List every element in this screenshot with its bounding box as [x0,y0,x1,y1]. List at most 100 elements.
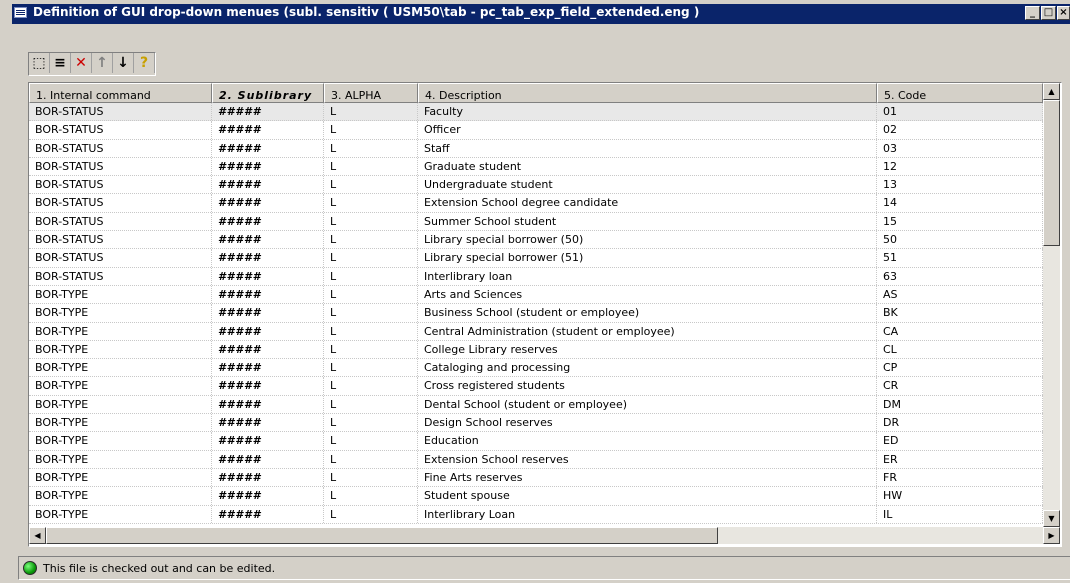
table-cell[interactable]: ##### [212,450,324,468]
table-cell[interactable]: L [324,450,418,468]
table-cell[interactable]: BOR-STATUS [29,157,212,176]
table-cell[interactable]: BOR-TYPE [29,487,212,505]
table-row[interactable]: BOR-TYPE ##### L Interlibrary Loan IL [29,505,1043,524]
table-row[interactable]: BOR-STATUS ##### L Graduate student 12 [29,157,1043,177]
table-cell[interactable]: Library special borrower (51) [418,249,877,267]
table-cell[interactable]: BOR-TYPE [29,340,212,359]
table-cell[interactable]: ##### [212,231,324,249]
table-cell[interactable]: L [324,395,418,414]
table-row[interactable]: BOR-TYPE ##### L Cataloging and processing C… [29,359,1043,378]
table-row[interactable]: BOR-STATUS ##### L Interlibrary loan 63 [29,267,1043,286]
table-cell[interactable]: L [324,103,418,121]
table-cell[interactable]: L [324,359,418,377]
table-cell[interactable]: BOR-TYPE [29,414,212,432]
table-row[interactable]: BOR-STATUS ##### L Library special borrower… [29,249,1043,268]
table-cell[interactable]: 14 [877,194,1043,212]
table-cell[interactable]: 15 [877,212,1043,231]
table-row[interactable]: BOR-STATUS ##### L Library special borrower… [29,231,1043,250]
table-cell[interactable]: Faculty [418,103,877,121]
table-cell[interactable]: BOR-STATUS [29,103,212,121]
table-cell[interactable]: ##### [212,103,324,121]
table-row[interactable]: BOR-TYPE ##### L Dental School (student or … [29,395,1043,415]
table-cell[interactable]: 63 [877,267,1043,285]
help-button[interactable]: ? [134,53,155,73]
table-cell[interactable]: ##### [212,322,324,340]
table-cell[interactable]: Central Administration (student or emplo… [418,322,877,340]
table-cell[interactable]: 13 [877,176,1043,194]
table-cell[interactable]: BOR-STATUS [29,194,212,212]
scroll-up-icon[interactable]: ▲ [1043,83,1060,100]
table-cell[interactable]: BOR-STATUS [29,121,212,139]
table-cell[interactable]: L [324,487,418,505]
move-up-button[interactable]: ↑ [92,53,113,73]
table-cell[interactable]: ##### [212,121,324,139]
table-row[interactable]: BOR-STATUS ##### L Staff 03 [29,139,1043,158]
table-cell[interactable]: Extension School reserves [418,450,877,468]
column-header[interactable]: 2. Sublibrary [212,83,324,103]
table-cell[interactable]: L [324,157,418,176]
table-cell[interactable]: ##### [212,249,324,267]
table-cell[interactable]: ##### [212,377,324,395]
table-cell[interactable]: ##### [212,505,324,523]
scroll-right-icon[interactable]: ▶ [1043,527,1060,544]
table-cell[interactable]: 51 [877,249,1043,267]
horizontal-scrollbar[interactable]: ◀ ▶ [29,527,1060,544]
table-cell[interactable]: DM [877,395,1043,414]
table-cell[interactable]: AS [877,285,1043,304]
table-cell[interactable]: ##### [212,194,324,212]
table-cell[interactable]: L [324,432,418,450]
table-cell[interactable]: ##### [212,157,324,176]
table-cell[interactable]: Cataloging and processing [418,359,877,377]
table-cell[interactable]: BOR-TYPE [29,505,212,523]
table-cell[interactable]: ##### [212,212,324,231]
table-cell[interactable]: Officer [418,121,877,139]
table-cell[interactable]: ##### [212,468,324,487]
table-cell[interactable]: 02 [877,121,1043,139]
table-cell[interactable]: HW [877,487,1043,505]
table-cell[interactable]: BOR-STATUS [29,267,212,285]
table-cell[interactable]: Library special borrower (50) [418,231,877,249]
table-cell[interactable]: Summer School student [418,212,877,231]
window-menu-icon[interactable] [14,7,27,18]
column-header[interactable]: 4. Description [418,83,877,103]
table-cell[interactable]: L [324,322,418,340]
table-cell[interactable]: L [324,176,418,194]
table-cell[interactable]: BOR-TYPE [29,322,212,340]
table-cell[interactable]: L [324,212,418,231]
table-cell[interactable]: ##### [212,432,324,450]
table-cell[interactable]: BOR-STATUS [29,212,212,231]
table-cell[interactable]: College Library reserves [418,340,877,359]
table-cell[interactable]: 01 [877,103,1043,121]
table-cell[interactable]: Undergraduate student [418,176,877,194]
table-cell[interactable]: ##### [212,395,324,414]
table-cell[interactable]: ##### [212,267,324,285]
table-cell[interactable]: L [324,377,418,395]
table-cell[interactable]: L [324,267,418,285]
new-row-button[interactable]: ⬚ [29,53,50,73]
table-cell[interactable]: L [324,468,418,487]
maximize-button[interactable]: □ [1041,6,1056,20]
table-cell[interactable]: 50 [877,231,1043,249]
table-row[interactable]: BOR-TYPE ##### L Central Administration (st… [29,322,1043,341]
table-row[interactable]: BOR-TYPE ##### L Arts and Sciences AS [29,285,1043,305]
table-cell[interactable]: Arts and Sciences [418,285,877,304]
table-row[interactable]: BOR-STATUS ##### L Officer 02 [29,121,1043,140]
close-button[interactable]: × [1057,6,1070,20]
minimize-button[interactable]: _ [1025,6,1040,20]
table-row[interactable]: BOR-TYPE ##### L Fine Arts reserves FR [29,468,1043,488]
table-cell[interactable]: BOR-TYPE [29,432,212,450]
table-cell[interactable]: BOR-TYPE [29,285,212,304]
list-button[interactable]: ≡ [50,53,71,73]
table-cell[interactable]: Dental School (student or employee) [418,395,877,414]
table-row[interactable]: BOR-STATUS ##### L Summer School student 15 [29,212,1043,232]
table-cell[interactable]: L [324,414,418,432]
table-cell[interactable]: BOR-TYPE [29,395,212,414]
table-cell[interactable]: Interlibrary loan [418,267,877,285]
table-cell[interactable]: CA [877,322,1043,340]
table-cell[interactable]: ##### [212,487,324,505]
table-cell[interactable]: Education [418,432,877,450]
table-cell[interactable]: 12 [877,157,1043,176]
table-cell[interactable]: ##### [212,139,324,157]
table-cell[interactable]: BOR-TYPE [29,304,212,322]
table-row[interactable]: BOR-TYPE ##### L Design School reserves DR [29,414,1043,433]
